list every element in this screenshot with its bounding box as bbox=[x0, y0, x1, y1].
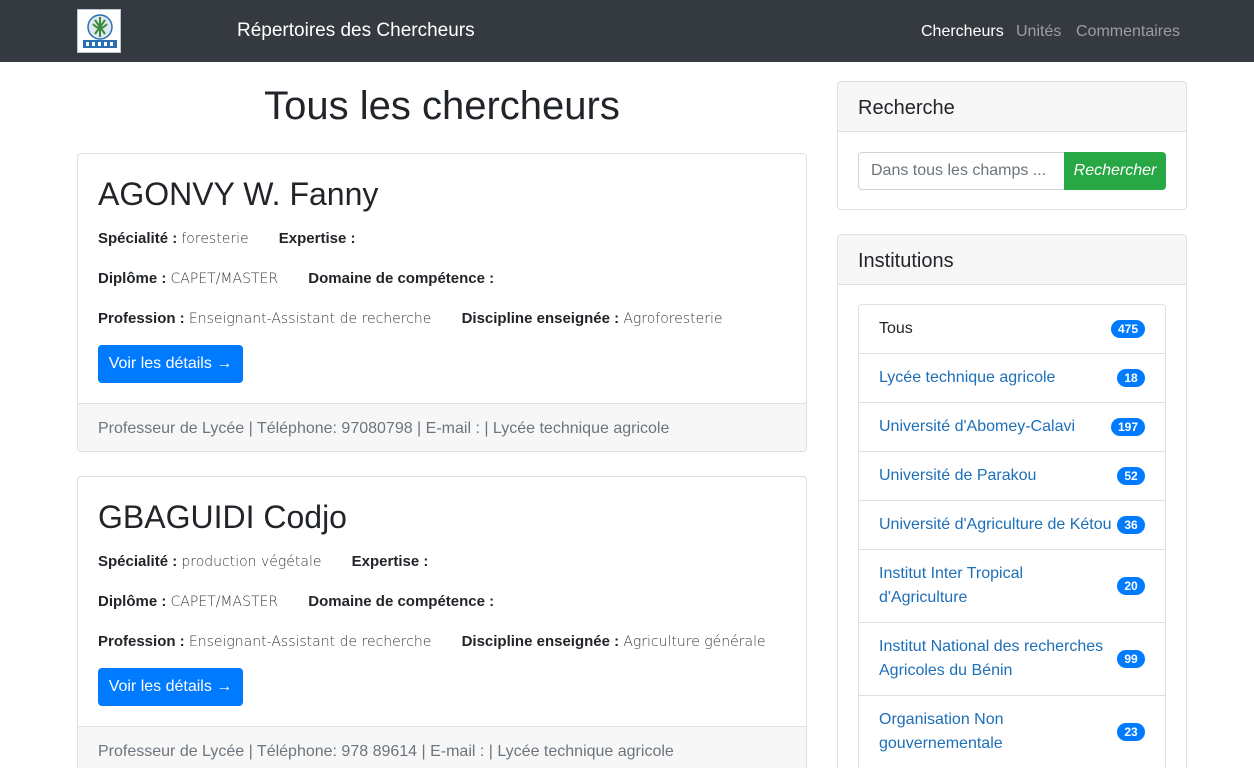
label-specialite: Spécialité : bbox=[98, 230, 178, 247]
label-profession: Profession : bbox=[98, 310, 185, 327]
value-profession: Enseignant-Assistant de recherche bbox=[188, 311, 432, 327]
institution-label[interactable]: Organisation Non gouvernementale bbox=[879, 708, 1039, 756]
institution-label[interactable]: Université de Parakou bbox=[879, 464, 1117, 488]
count-badge: 52 bbox=[1117, 467, 1145, 485]
label-discipline: Discipline enseignée : bbox=[461, 310, 620, 327]
info-row-profession: Profession : Enseignant-Assistant de rec… bbox=[98, 633, 792, 650]
count-badge: 20 bbox=[1117, 577, 1145, 595]
institutions-card-title: Institutions bbox=[838, 235, 1186, 285]
institution-label[interactable]: Lycée technique agricole bbox=[879, 366, 1117, 390]
search-input[interactable] bbox=[858, 152, 1065, 190]
label-expertise: Expertise : bbox=[351, 553, 429, 570]
count-badge: 99 bbox=[1117, 650, 1145, 668]
researcher-name: GBAGUIDI Codjo bbox=[98, 499, 347, 535]
details-button[interactable]: Voir les détails → bbox=[98, 668, 243, 706]
label-discipline: Discipline enseignée : bbox=[461, 633, 620, 650]
count-badge: 23 bbox=[1117, 723, 1145, 741]
institutions-card: Institutions Tous 475 Lycée technique ag… bbox=[837, 234, 1187, 768]
value-specialite: production végétale bbox=[181, 554, 322, 570]
label-expertise: Expertise : bbox=[278, 230, 356, 247]
institution-item[interactable]: Université d'Abomey-Calavi 197 bbox=[859, 403, 1165, 452]
institution-label: Tous bbox=[879, 320, 913, 337]
nav-link-unites[interactable]: Unités bbox=[1016, 23, 1061, 41]
researcher-card: GBAGUIDI Codjo Spécialité : production v… bbox=[77, 476, 807, 768]
label-domaine: Domaine de compétence : bbox=[308, 593, 495, 610]
value-diplome: CAPET/MASTER bbox=[170, 594, 279, 610]
count-badge: 18 bbox=[1117, 369, 1145, 387]
researcher-name: AGONVY W. Fanny bbox=[98, 176, 379, 212]
count-badge: 475 bbox=[1110, 320, 1145, 338]
institution-item[interactable]: Organisation Non gouvernementale 23 bbox=[859, 696, 1165, 768]
label-profession: Profession : bbox=[98, 633, 185, 650]
institution-label[interactable]: Université d'Abomey-Calavi bbox=[879, 415, 1117, 439]
nav-link-commentaires[interactable]: Commentaires bbox=[1076, 23, 1180, 41]
info-row-profession: Profession : Enseignant-Assistant de rec… bbox=[98, 310, 749, 327]
value-profession: Enseignant-Assistant de recherche bbox=[188, 634, 432, 650]
institution-item[interactable]: Institut National des recherches Agricol… bbox=[859, 623, 1165, 696]
institution-label[interactable]: Université d'Agriculture de Kétou bbox=[879, 513, 1119, 537]
nav-link-chercheurs[interactable]: Chercheurs bbox=[921, 23, 1004, 41]
page-title: Tous les chercheurs bbox=[264, 84, 620, 128]
count-badge: 197 bbox=[1110, 418, 1145, 436]
label-domaine: Domaine de compétence : bbox=[308, 270, 495, 287]
institution-logo[interactable] bbox=[77, 9, 121, 53]
search-card-title: Recherche bbox=[838, 82, 1186, 132]
institution-label[interactable]: Institut Inter Tropical d'Agriculture bbox=[879, 562, 1039, 610]
info-row-diplome: Diplôme : CAPET/MASTER Domaine de compét… bbox=[98, 270, 520, 287]
card-footer: Professeur de Lycée | Téléphone: 9708079… bbox=[78, 403, 806, 451]
info-row-specialite: Spécialité : foresterie Expertise : bbox=[98, 230, 381, 247]
institution-item[interactable]: Université de Parakou 52 bbox=[859, 452, 1165, 501]
logo-emblem-icon bbox=[78, 10, 120, 52]
info-row-diplome: Diplôme : CAPET/MASTER Domaine de compét… bbox=[98, 593, 520, 610]
search-button[interactable]: Rechercher bbox=[1064, 152, 1166, 190]
value-discipline: Agriculture générale bbox=[623, 634, 766, 650]
institution-item[interactable]: Lycée technique agricole 18 bbox=[859, 354, 1165, 403]
value-discipline: Agroforesterie bbox=[623, 311, 723, 327]
institution-item-tous[interactable]: Tous 475 bbox=[859, 305, 1165, 354]
count-badge: 36 bbox=[1117, 516, 1145, 534]
label-diplome: Diplôme : bbox=[98, 593, 167, 610]
researcher-card: AGONVY W. Fanny Spécialité : foresterie … bbox=[77, 153, 807, 452]
search-card: Recherche Rechercher bbox=[837, 81, 1187, 210]
institution-item[interactable]: Université d'Agriculture de Kétou 36 bbox=[859, 501, 1165, 550]
institution-item[interactable]: Institut Inter Tropical d'Agriculture 20 bbox=[859, 550, 1165, 623]
top-navbar: Répertoires des Chercheurs Chercheurs Un… bbox=[0, 0, 1254, 62]
card-footer: Professeur de Lycée | Téléphone: 978 896… bbox=[78, 726, 806, 768]
details-button[interactable]: Voir les détails → bbox=[98, 345, 243, 383]
info-row-specialite: Spécialité : production végétale Experti… bbox=[98, 553, 454, 570]
institutions-list: Tous 475 Lycée technique agricole 18 Uni… bbox=[858, 304, 1166, 768]
institution-label[interactable]: Institut National des recherches Agricol… bbox=[879, 635, 1111, 683]
value-specialite: foresterie bbox=[181, 231, 249, 247]
label-diplome: Diplôme : bbox=[98, 270, 167, 287]
value-diplome: CAPET/MASTER bbox=[170, 271, 279, 287]
navbar-brand[interactable]: Répertoires des Chercheurs bbox=[237, 20, 475, 42]
label-specialite: Spécialité : bbox=[98, 553, 178, 570]
